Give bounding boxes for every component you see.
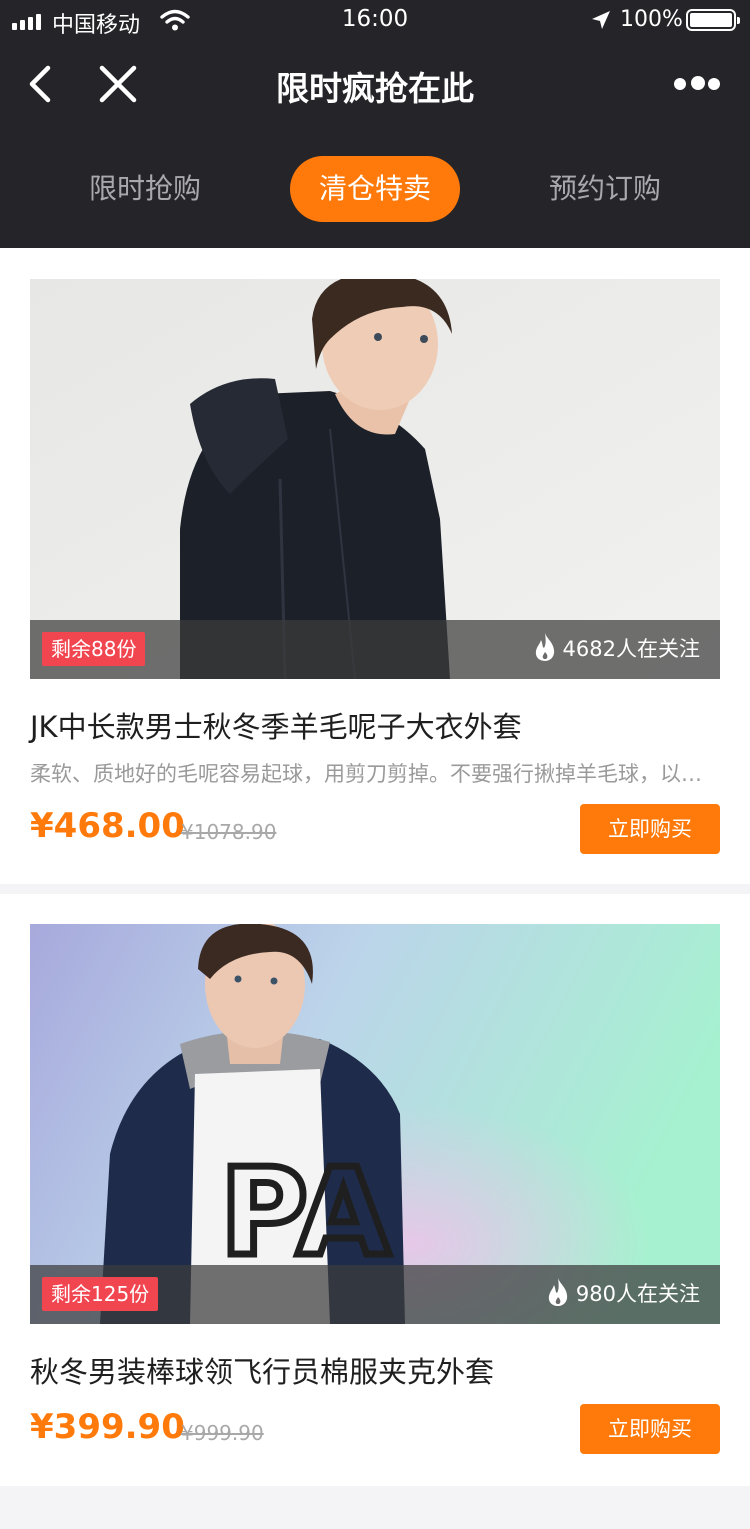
original-price: ¥1078.90 — [181, 820, 277, 844]
fire-icon — [548, 1278, 568, 1306]
fire-icon — [535, 633, 554, 661]
buy-now-button[interactable]: 立即购买 — [580, 804, 720, 854]
watchers-label: 4682人在关注 — [562, 637, 700, 661]
tab-flash-sale[interactable]: 限时抢购 — [55, 156, 235, 222]
header: 中国移动 16:00 100% 限时疯抢在此 限时抢购 清仓特卖 预约订购 — [0, 0, 750, 248]
watchers-label: 980人在关注 — [575, 1282, 700, 1306]
product-photo-coat — [30, 279, 720, 679]
product-card[interactable]: PA 剩余125份 980人在关注 秋冬男装棒球领飞行员棉服夹克外套 ¥399.… — [0, 894, 750, 1486]
battery-icon — [686, 9, 740, 31]
watchers-count: 4682人在关注 — [533, 620, 700, 679]
product-photo-jacket: PA — [30, 924, 720, 1324]
product-image[interactable]: 剩余88份 4682人在关注 — [30, 279, 720, 679]
more-icon[interactable] — [672, 72, 722, 98]
tab-preorder[interactable]: 预约订购 — [515, 156, 695, 222]
image-info-bar: 剩余88份 4682人在关注 — [30, 620, 720, 679]
original-price: ¥999.90 — [181, 1421, 264, 1445]
image-info-bar: 剩余125份 980人在关注 — [30, 1265, 720, 1324]
product-description: 柔软、质地好的毛呢容易起球，用剪刀剪掉。不要强行揪掉羊毛球，以免破坏衣物 — [30, 762, 720, 786]
stock-badge: 剩余125份 — [42, 1277, 159, 1311]
watchers-count: 980人在关注 — [546, 1265, 700, 1324]
sale-price: ¥468.00 — [30, 806, 185, 846]
product-title[interactable]: 秋冬男装棒球领飞行员棉服夹克外套 — [30, 1349, 494, 1391]
tab-clearance[interactable]: 清仓特卖 — [290, 156, 460, 222]
svg-text:PA: PA — [220, 1144, 390, 1283]
status-bar: 中国移动 16:00 100% — [0, 0, 750, 40]
product-title[interactable]: JK中长款男士秋冬季羊毛呢子大衣外套 — [30, 704, 522, 746]
location-arrow-icon — [592, 11, 610, 29]
buy-now-button[interactable]: 立即购买 — [580, 1404, 720, 1454]
battery-percent: 100% — [620, 7, 683, 32]
product-card[interactable]: 剩余88份 4682人在关注 JK中长款男士秋冬季羊毛呢子大衣外套 柔软、质地好… — [0, 248, 750, 884]
page-title: 限时疯抢在此 — [276, 69, 474, 108]
sale-price: ¥399.90 — [30, 1407, 185, 1447]
stock-badge: 剩余88份 — [42, 632, 146, 666]
product-image[interactable]: PA 剩余125份 980人在关注 — [30, 924, 720, 1324]
